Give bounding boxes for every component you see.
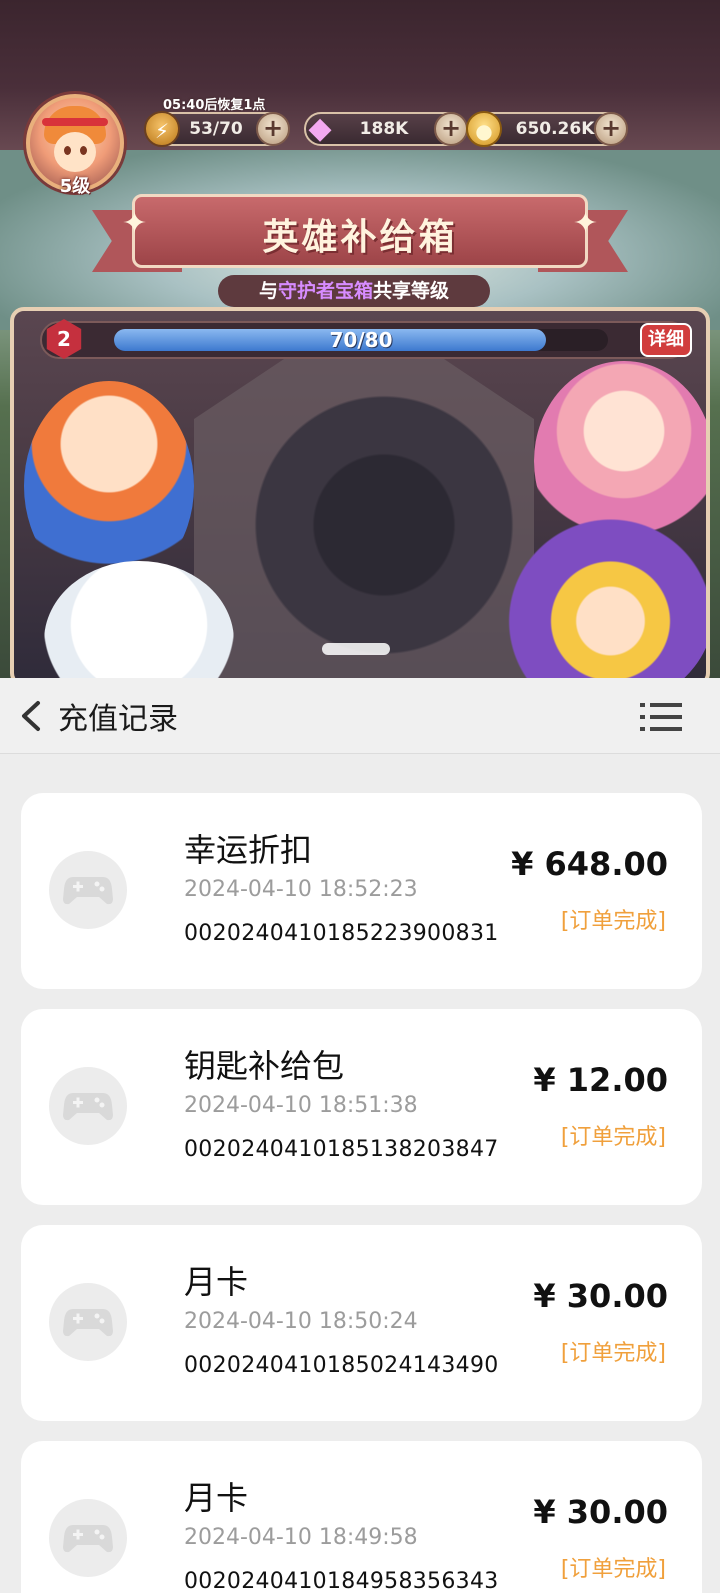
- order-id: 0020240410185138203847: [184, 1137, 499, 1162]
- gamepad-icon: [49, 1499, 127, 1577]
- drag-handle[interactable]: [322, 643, 390, 655]
- gem-counter: ◆ 188K +: [304, 111, 468, 146]
- shared-level-subtitle: 与守护者宝箱共享等级: [218, 275, 490, 307]
- item-name: 幸运折扣: [184, 831, 313, 869]
- game-banner[interactable]: 5级 05:40后恢复1点 ⚡ 53/70 + ◆ 188K + ● 650.2…: [0, 0, 720, 678]
- list-menu-icon[interactable]: [640, 700, 684, 734]
- gamepad-icon: [49, 1067, 127, 1145]
- page-title: 充值记录: [58, 702, 178, 737]
- detail-button[interactable]: 详细: [640, 323, 692, 357]
- order-status: [订单完成]: [560, 1341, 666, 1366]
- order-id: 0020240410185223900831: [184, 921, 499, 946]
- add-energy-button[interactable]: +: [256, 112, 290, 146]
- box-progress-bar: 70/80: [40, 321, 688, 359]
- record-card[interactable]: 幸运折扣 2024-04-10 18:52:23 002024041018522…: [21, 793, 702, 989]
- item-name: 月卡: [184, 1479, 249, 1517]
- item-name: 月卡: [184, 1263, 249, 1301]
- nav-bar: 充值记录: [0, 678, 720, 754]
- order-price: ¥ 30.00: [533, 1493, 668, 1531]
- record-card[interactable]: 钥匙补给包 2024-04-10 18:51:38 00202404101851…: [21, 1009, 702, 1205]
- order-price: ¥ 12.00: [533, 1061, 668, 1099]
- order-time: 2024-04-10 18:50:24: [184, 1309, 418, 1334]
- add-coins-button[interactable]: +: [594, 112, 628, 146]
- gamepad-icon: [49, 1283, 127, 1361]
- back-arrow-icon[interactable]: [16, 700, 46, 732]
- banner-title: 英雄补给箱: [262, 217, 458, 258]
- order-status: [订单完成]: [560, 1125, 666, 1150]
- energy-counter: ⚡ 53/70 +: [144, 111, 290, 147]
- order-status: [订单完成]: [560, 1557, 666, 1582]
- record-card[interactable]: 月卡 2024-04-10 18:50:24 00202404101850241…: [21, 1225, 702, 1421]
- order-time: 2024-04-10 18:49:58: [184, 1525, 418, 1550]
- coin-counter: ● 650.26K +: [466, 111, 628, 147]
- order-time: 2024-04-10 18:51:38: [184, 1093, 418, 1118]
- title-ribbon: ✦ ✦ 英雄补给箱: [92, 188, 628, 280]
- order-price: ¥ 648.00: [511, 845, 668, 883]
- orange-hair-hero: [24, 381, 194, 591]
- add-gems-button[interactable]: +: [434, 112, 468, 146]
- progress-text: 70/80: [329, 328, 393, 352]
- order-id: 0020240410185024143490: [184, 1353, 499, 1378]
- energy-recover-timer: 05:40后恢复1点: [163, 98, 266, 113]
- order-price: ¥ 30.00: [533, 1277, 668, 1315]
- order-time: 2024-04-10 18:52:23: [184, 877, 418, 902]
- hero-showcase[interactable]: 70/80 2 详细: [10, 307, 710, 678]
- record-card[interactable]: 月卡 2024-04-10 18:49:58 00202404101849583…: [21, 1441, 702, 1593]
- order-status: [订单完成]: [560, 909, 666, 934]
- order-id: 0020240410184958356343: [184, 1569, 499, 1593]
- item-name: 钥匙补给包: [184, 1047, 345, 1085]
- gamepad-icon: [49, 851, 127, 929]
